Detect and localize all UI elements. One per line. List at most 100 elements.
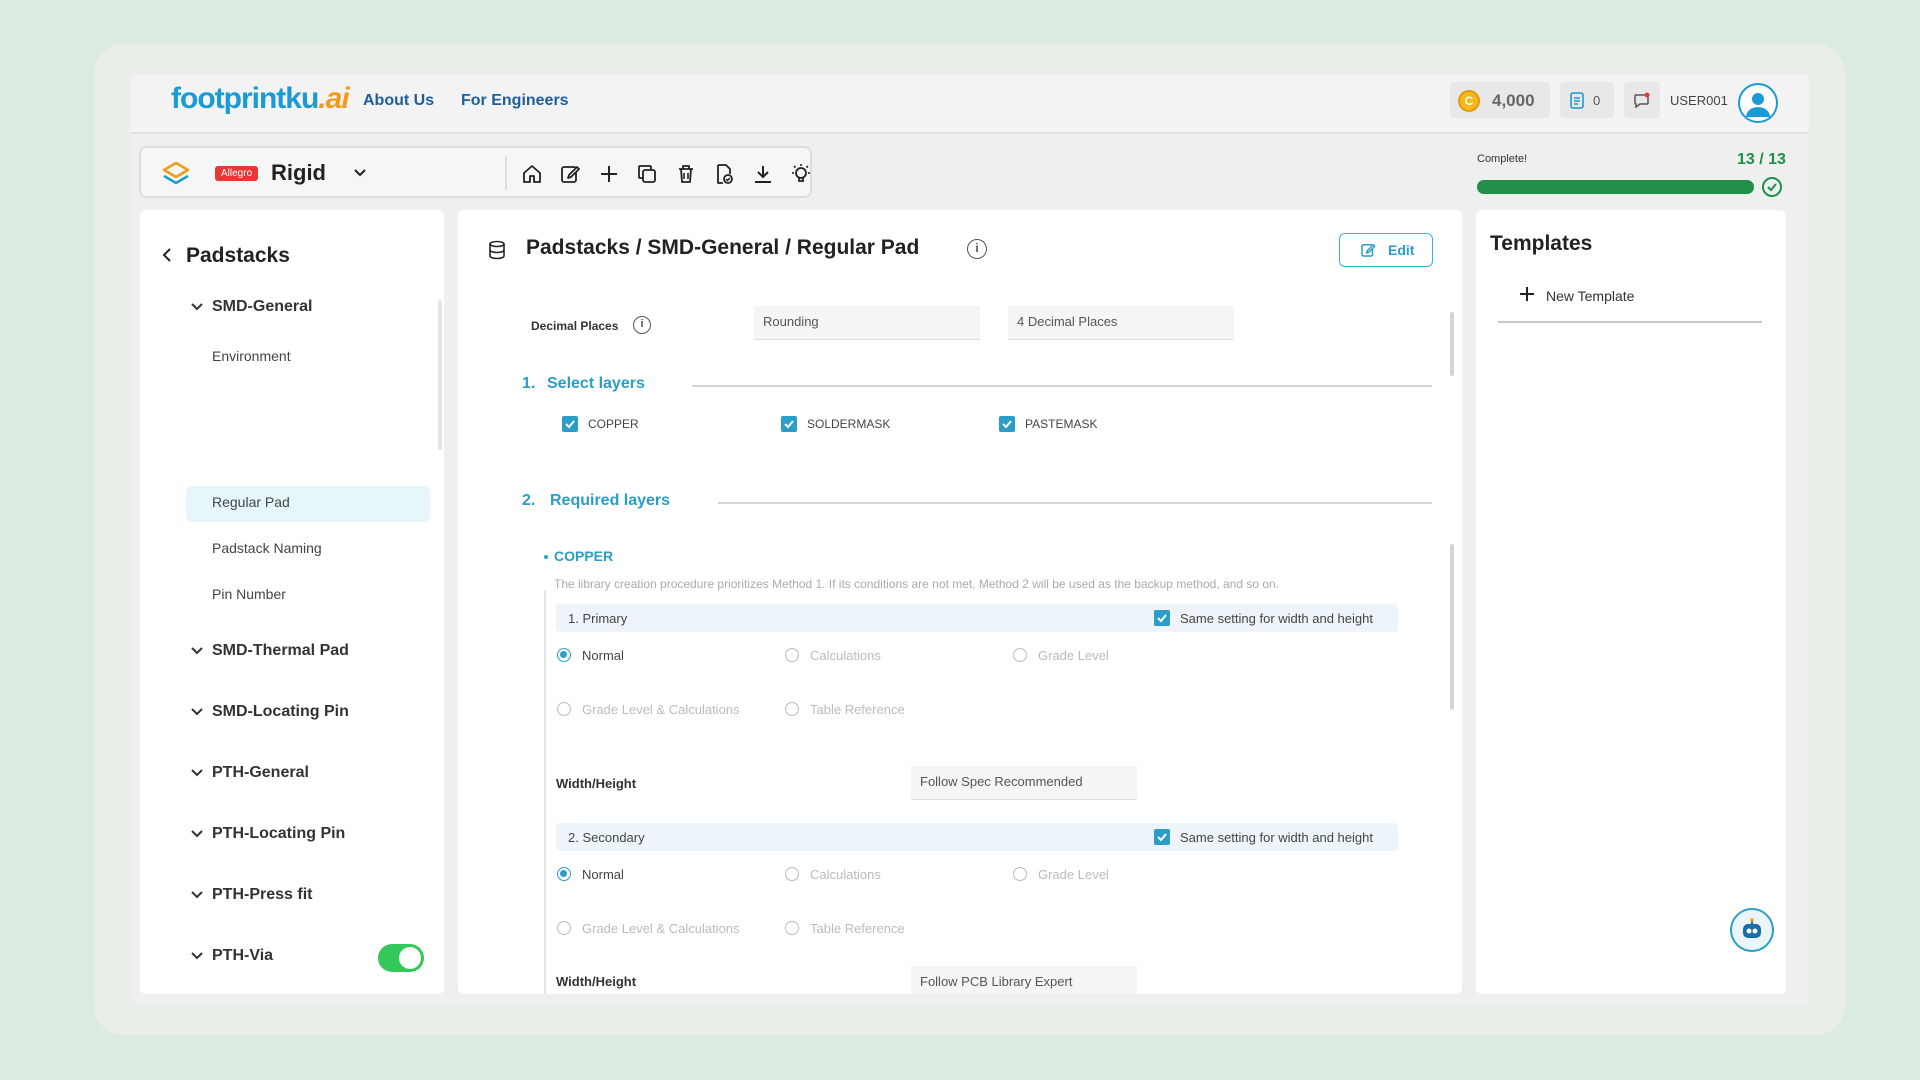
section-2-title: Required layers xyxy=(550,492,671,509)
chevron-down-icon[interactable] xyxy=(353,166,367,180)
page-title: Padstacks / SMD-General / Regular Pad xyxy=(526,236,920,259)
home-icon[interactable] xyxy=(520,162,544,186)
sidebar-item-padstack-naming[interactable]: Padstack Naming xyxy=(212,540,322,556)
radio-grade-level[interactable] xyxy=(1013,648,1027,662)
trash-icon[interactable] xyxy=(674,162,698,186)
progress-fill xyxy=(1477,180,1754,194)
chevron-down-icon[interactable] xyxy=(190,766,204,780)
chevron-down-icon[interactable] xyxy=(190,705,204,719)
plus-icon[interactable] xyxy=(597,162,621,186)
radio-normal[interactable] xyxy=(557,648,571,662)
radio-table-reference-label: Table Reference xyxy=(810,702,905,717)
file-check-icon[interactable] xyxy=(712,162,736,186)
main-scrollbar[interactable] xyxy=(1450,544,1454,710)
width-height-select[interactable]: Follow PCB Library Expert xyxy=(911,966,1137,994)
progress-bar xyxy=(1477,180,1754,194)
radio-table-reference[interactable] xyxy=(785,921,799,935)
new-template-button[interactable]: New Template xyxy=(1546,288,1634,304)
radio-calculations[interactable] xyxy=(785,867,799,881)
chevron-down-icon[interactable] xyxy=(190,949,204,963)
decimal-places-label: Decimal Places xyxy=(531,319,619,333)
allegro-badge: Allegro xyxy=(215,166,259,181)
copper-subtitle: COPPER xyxy=(554,548,614,564)
chevron-down-icon[interactable] xyxy=(190,300,204,314)
copper-checkbox-label: COPPER xyxy=(588,417,639,431)
messages-button[interactable] xyxy=(1624,82,1660,118)
radio-normal-label: Normal xyxy=(582,867,624,882)
clipboard-button[interactable]: 0 xyxy=(1560,82,1614,118)
width-height-select[interactable]: Follow Spec Recommended xyxy=(911,766,1137,800)
check-circle-icon xyxy=(1762,177,1782,197)
sidebar-item-regular-pad[interactable]: Regular Pad xyxy=(212,494,290,510)
chevron-down-icon[interactable] xyxy=(190,888,204,902)
sidebar-title: Padstacks xyxy=(186,244,290,267)
section-2-number: 2. xyxy=(522,492,536,509)
plus-icon[interactable] xyxy=(1518,285,1536,303)
info-icon[interactable]: i xyxy=(633,316,651,334)
section-1-number: 1. xyxy=(522,375,536,392)
check-icon xyxy=(1157,833,1167,842)
layers-logo-icon xyxy=(162,161,190,185)
robot-icon xyxy=(1743,918,1761,938)
sidebar-group-pth-locating-pin[interactable]: PTH-Locating Pin xyxy=(212,825,345,843)
logo[interactable]: footprintku.ai xyxy=(171,82,350,116)
soldermask-checkbox[interactable] xyxy=(781,416,797,432)
nav-for-engineers[interactable]: For Engineers xyxy=(461,92,569,110)
decimal-places-select[interactable]: 4 Decimal Places xyxy=(1008,306,1234,340)
section-divider xyxy=(692,385,1432,387)
sidebar-group-pth-press-fit[interactable]: PTH-Press fit xyxy=(212,886,312,904)
main-scrollbar-top[interactable] xyxy=(1450,312,1454,376)
nav-about-us[interactable]: About Us xyxy=(363,92,434,110)
database-icon xyxy=(489,240,505,260)
sidebar-item-environment[interactable]: Environment xyxy=(212,348,291,364)
sidebar-item-pin-number[interactable]: Pin Number xyxy=(212,586,286,602)
method-secondary-label: 2. Secondary xyxy=(568,830,645,845)
board-type-select[interactable]: Rigid xyxy=(271,160,326,186)
username[interactable]: USER001 xyxy=(1670,93,1728,108)
info-icon[interactable]: i xyxy=(967,239,987,259)
chevron-down-icon[interactable] xyxy=(190,827,204,841)
radio-grade-level-label: Grade Level xyxy=(1038,867,1109,882)
chevron-left-icon[interactable] xyxy=(160,246,174,264)
radio-grade-level[interactable] xyxy=(1013,867,1027,881)
sidebar-group-smd-general[interactable]: SMD-General xyxy=(212,298,312,316)
pastemask-checkbox-label: PASTEMASK xyxy=(1025,417,1098,431)
radio-grade-level-calculations-label: Grade Level & Calculations xyxy=(582,702,740,717)
copper-checkbox[interactable] xyxy=(562,416,578,432)
progress-label: Complete! xyxy=(1477,153,1528,165)
edit-button[interactable]: Edit xyxy=(1339,233,1433,267)
sidebar-group-smd-thermal-pad[interactable]: SMD-Thermal Pad xyxy=(212,642,349,660)
sidebar-group-smd-locating-pin[interactable]: SMD-Locating Pin xyxy=(212,703,349,721)
download-icon[interactable] xyxy=(751,162,775,186)
radio-table-reference[interactable] xyxy=(785,702,799,716)
chevron-down-icon[interactable] xyxy=(190,644,204,658)
coin-balance[interactable]: C 4,000 xyxy=(1450,82,1550,118)
avatar[interactable] xyxy=(1738,83,1778,123)
toggle-knob xyxy=(399,947,421,969)
method-secondary-header: 2. Secondary Same setting for width and … xyxy=(556,823,1398,851)
copy-icon[interactable] xyxy=(635,162,659,186)
templates-panel: Templates New Template xyxy=(1476,210,1786,994)
toolbar: Allegro Rigid xyxy=(139,146,812,198)
same-setting-label: Same setting for width and height xyxy=(1180,611,1373,626)
edit-icon xyxy=(1361,244,1376,257)
check-icon xyxy=(1002,420,1012,429)
width-height-label: Width/Height xyxy=(556,776,637,791)
bulb-icon[interactable] xyxy=(789,162,813,186)
pastemask-checkbox[interactable] xyxy=(999,416,1015,432)
rounding-select[interactable]: Rounding xyxy=(754,306,980,340)
radio-grade-level-calculations[interactable] xyxy=(557,921,571,935)
sidebar-scrollbar[interactable] xyxy=(438,300,442,450)
radio-grade-level-calculations[interactable] xyxy=(557,702,571,716)
same-setting-checkbox[interactable] xyxy=(1154,610,1170,626)
edit-icon[interactable] xyxy=(558,162,582,186)
radio-calculations[interactable] xyxy=(785,648,799,662)
bullet xyxy=(544,555,548,559)
pth-via-toggle[interactable] xyxy=(378,944,424,972)
chatbot-button[interactable] xyxy=(1730,908,1774,952)
app-window: footprintku.ai About Us For Engineers C … xyxy=(130,74,1809,1004)
radio-normal[interactable] xyxy=(557,867,571,881)
same-setting-checkbox[interactable] xyxy=(1154,829,1170,845)
sidebar-group-pth-via[interactable]: PTH-Via xyxy=(212,947,273,965)
sidebar-group-pth-general[interactable]: PTH-General xyxy=(212,764,309,782)
